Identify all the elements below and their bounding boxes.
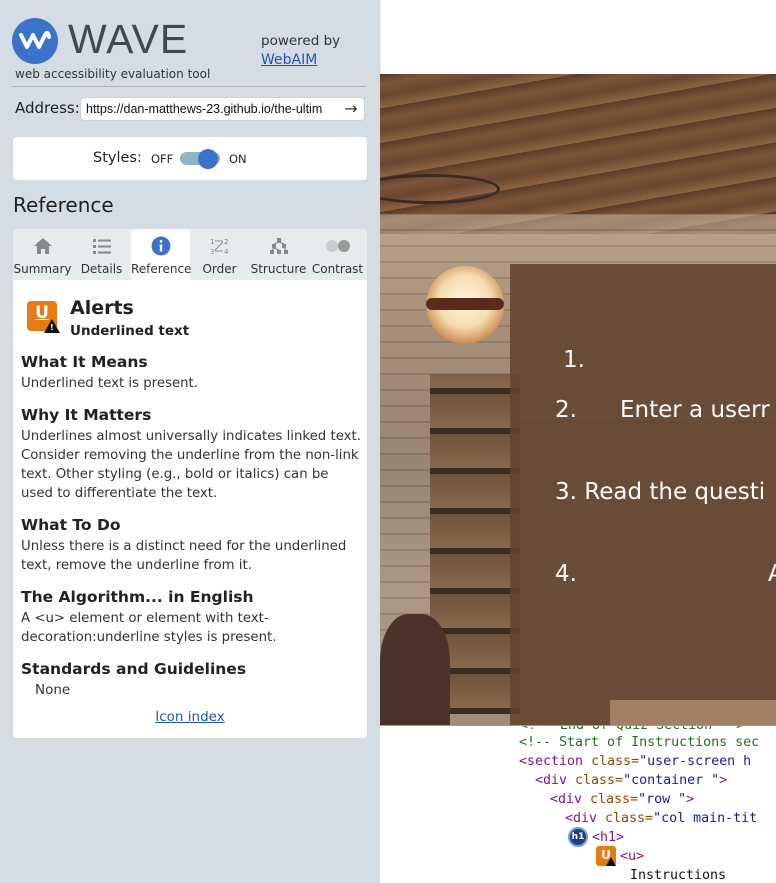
code-line-col[interactable]: <div class="col main-tit — [565, 809, 757, 828]
wave-tabs: Summary Details Reference 1 2 3 4 Order Str… — [13, 229, 367, 280]
alert-category: Alerts — [70, 297, 134, 319]
algorithm-heading: The Algorithm... in English — [21, 588, 254, 606]
styles-label: Styles: — [93, 150, 142, 166]
structure-icon — [249, 235, 308, 257]
svg-text:1: 1 — [210, 238, 214, 246]
code-attr: class= — [575, 773, 624, 788]
home-icon — [13, 235, 72, 257]
what-to-do-text: Unless there is a distinct need for the … — [21, 539, 347, 573]
code-line-container[interactable]: <div class="container "> — [535, 771, 727, 790]
why-it-matters-text: Underlines almost universally indicates … — [21, 429, 361, 501]
list-icon — [72, 235, 131, 257]
instruction-1-number: 1. — [563, 347, 585, 373]
page-top-strip — [380, 0, 776, 74]
contrast-icon — [308, 235, 367, 257]
code-line-comment-start: <!-- Start of Instructions sec — [519, 735, 760, 750]
code-view: <!-- End of Quiz Section --> <!-- Start … — [380, 725, 776, 883]
warning-mark: ! — [50, 323, 54, 332]
webaim-link[interactable]: WebAIM — [261, 52, 317, 68]
info-icon — [131, 235, 190, 257]
algorithm-text: A <u> element or element with text-decor… — [21, 611, 277, 645]
instruction-3-text: 3. Read the questi — [555, 479, 766, 505]
code-tag-end: > — [719, 773, 728, 788]
wave-logo-icon — [12, 18, 58, 64]
code-line-section[interactable]: <section class="user-screen h — [519, 752, 751, 771]
code-attr: class= — [605, 811, 654, 826]
code-tag: <section — [519, 754, 592, 769]
tab-reference-label: Reference — [131, 262, 192, 276]
why-it-matters-heading: Why It Matters — [21, 406, 152, 424]
underline-alert-icon[interactable]: U — [596, 846, 616, 866]
code-value: "row " — [638, 792, 687, 807]
tab-order-label: Order — [202, 262, 237, 276]
h1-heading-icon[interactable]: h1 — [568, 827, 588, 847]
tab-details-label: Details — [80, 262, 123, 276]
code-attr: class= — [591, 754, 640, 769]
tab-details[interactable]: Details — [72, 229, 131, 280]
address-input[interactable]: https://dan-matthews-23.github.io/the-ul… — [80, 97, 365, 121]
panel-title: Reference — [13, 193, 114, 217]
code-line-u[interactable]: <u> — [620, 847, 644, 866]
code-attr: class= — [590, 792, 639, 807]
page-preview: 1. 2. Enter a userr 3. Read the questi 4… — [380, 74, 776, 725]
wave-sidebar: WAVE web accessibility evaluation tool p… — [0, 0, 380, 883]
code-tag: <div — [535, 773, 576, 788]
divider — [12, 86, 366, 87]
instruction-2-number: 2. — [555, 397, 577, 423]
code-line-h1[interactable]: <h1> — [592, 828, 624, 847]
icon-index-link[interactable]: Icon index — [13, 709, 367, 725]
tab-order[interactable]: 1 2 3 4 Order — [190, 229, 249, 280]
styles-toggle-knob[interactable] — [198, 149, 218, 169]
code-value: "user-screen h — [639, 754, 752, 769]
powered-by-text: powered by — [261, 33, 341, 49]
tab-summary-label: Summary — [13, 262, 72, 276]
alert-item-name: Underlined text — [70, 323, 190, 339]
warning-triangle-icon — [606, 857, 616, 866]
styles-off-label: OFF — [151, 152, 174, 166]
styles-toggle-panel: Styles: OFF ON — [13, 137, 367, 180]
tab-structure[interactable]: Structure — [249, 229, 308, 280]
svg-text:2: 2 — [224, 238, 228, 246]
tab-contrast[interactable]: Contrast — [308, 229, 367, 280]
code-tag-end: > — [686, 792, 695, 807]
reference-panel: U ! Alerts Underlined text What It Means… — [13, 280, 367, 738]
code-line-text: Instructions — [630, 868, 727, 883]
code-value: "col main-tit — [653, 811, 758, 826]
tab-structure-label: Structure — [250, 262, 307, 276]
page-bottom-bar — [610, 700, 776, 725]
tab-reference[interactable]: Reference — [131, 229, 192, 280]
go-arrow-icon[interactable]: → — [342, 100, 360, 118]
standards-heading: Standards and Guidelines — [21, 660, 247, 678]
background-ceiling — [380, 74, 776, 234]
svg-text:3: 3 — [210, 248, 214, 256]
what-it-means-heading: What It Means — [21, 353, 148, 371]
instruction-4-number: 4. — [555, 561, 577, 587]
wave-tagline: web accessibility evaluation tool — [15, 67, 211, 81]
lamp-band — [426, 298, 504, 310]
code-tag: <div — [565, 811, 606, 826]
what-to-do-heading: What To Do — [21, 516, 121, 534]
styles-on-label: ON — [229, 152, 247, 166]
instructions-overlay: 1. 2. Enter a userr 3. Read the questi 4… — [510, 264, 776, 725]
address-label: Address: — [15, 99, 80, 117]
instruction-4-text: A — [768, 561, 776, 587]
tab-contrast-label: Contrast — [311, 262, 364, 276]
svg-text:4: 4 — [224, 248, 229, 256]
code-value: "container " — [623, 773, 720, 788]
order-icon: 1 2 3 4 — [190, 235, 249, 257]
wave-logo-text: WAVE — [68, 16, 189, 62]
code-tag: <div — [550, 792, 591, 807]
standards-text: None — [35, 682, 71, 698]
tab-summary[interactable]: Summary — [13, 229, 72, 280]
instruction-2-text: Enter a userr — [620, 397, 770, 423]
code-line-row[interactable]: <div class="row "> — [550, 790, 694, 809]
wave-logo: WAVE web accessibility evaluation tool p… — [12, 14, 368, 84]
what-it-means-text: Underlined text is present. — [21, 376, 199, 391]
underlined-text-alert-icon: U ! — [27, 301, 60, 333]
background-person — [380, 614, 450, 725]
